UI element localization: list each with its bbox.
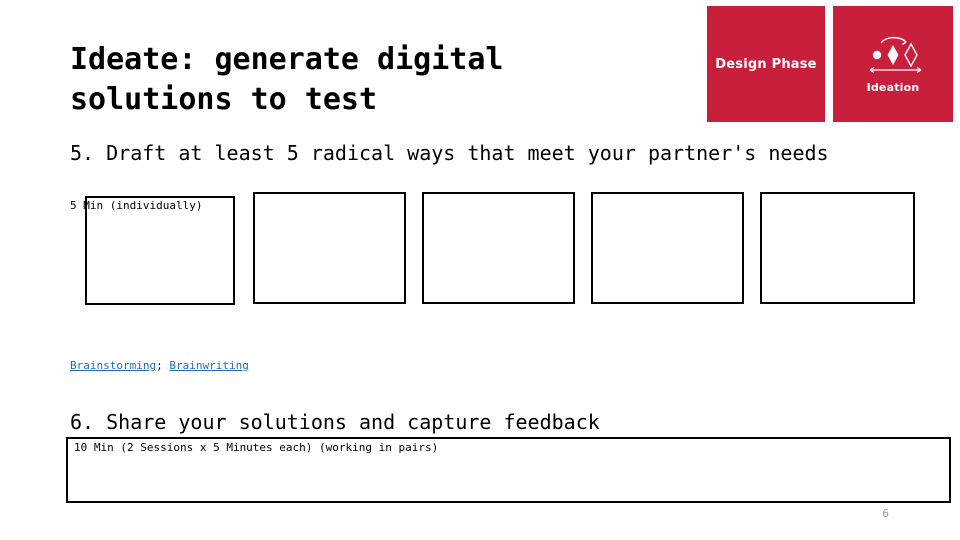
- page-title: Ideate: generate digital solutions to te…: [70, 42, 522, 117]
- step-6-timing: 10 Min (2 Sessions x 5 Minutes each) (wo…: [74, 441, 439, 454]
- idea-box-4[interactable]: [591, 192, 744, 304]
- ideation-badge: Ideation: [833, 6, 953, 122]
- idea-box-3[interactable]: [422, 192, 575, 304]
- idea-box-5[interactable]: [760, 192, 915, 304]
- brainstorming-link[interactable]: Brainstorming: [70, 359, 156, 372]
- link-separator: ;: [156, 359, 163, 372]
- design-phase-badge: Design Phase: [707, 6, 825, 122]
- idea-box-2[interactable]: [253, 192, 406, 304]
- brainwriting-link[interactable]: Brainwriting: [169, 359, 248, 372]
- slide-canvas: Ideate: generate digital solutions to te…: [0, 0, 960, 540]
- step-5-heading: 5. Draft at least 5 radical ways that me…: [70, 141, 829, 165]
- ideation-diamonds-icon: [859, 35, 927, 77]
- design-phase-label: Design Phase: [715, 56, 817, 72]
- step-6-heading: 6. Share your solutions and capture feed…: [70, 410, 600, 434]
- method-links: Brainstorming; Brainwriting: [70, 358, 249, 373]
- step-5-timing: 5 Min (individually): [70, 199, 203, 212]
- ideation-label: Ideation: [866, 80, 920, 94]
- page-number: 6: [882, 507, 889, 520]
